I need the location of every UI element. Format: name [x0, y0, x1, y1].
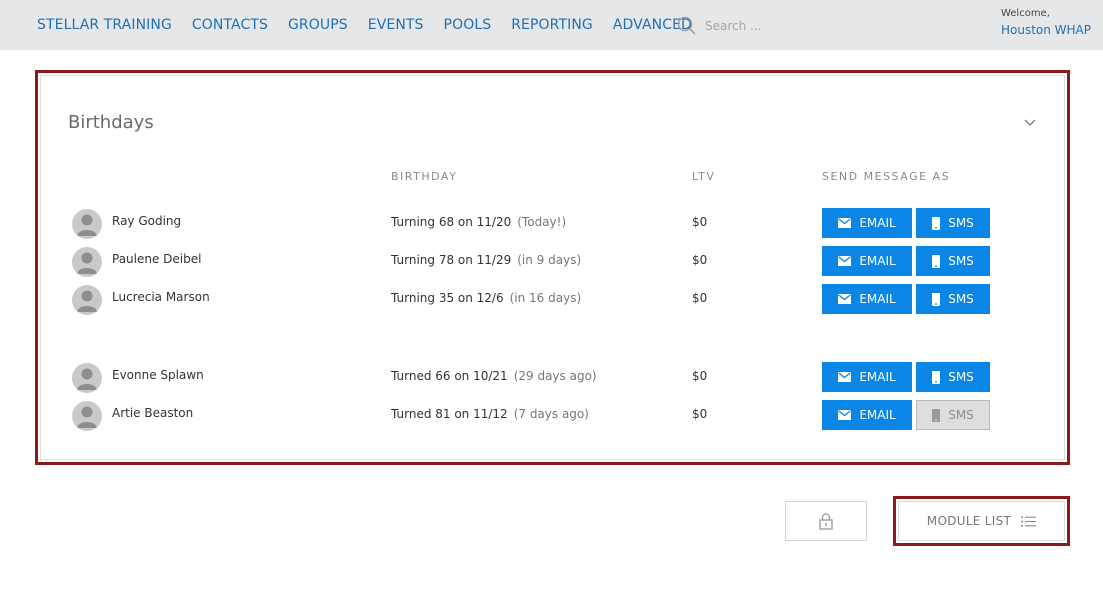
avatar-icon: [72, 363, 102, 393]
birthday-date: Turned 66 on 10/21: [391, 369, 508, 383]
sms-button-label: SMS: [948, 216, 974, 230]
header-birthday: BIRTHDAY: [391, 170, 458, 183]
ltv-value: $0: [692, 291, 708, 305]
ltv-value: $0: [692, 253, 708, 267]
ltv-value: $0: [692, 407, 708, 421]
sms-button-label: SMS: [948, 292, 974, 306]
top-navigation-bar: STELLAR TRAINING CONTACTS GROUPS EVENTS …: [0, 0, 1103, 50]
email-button[interactable]: EMAIL: [822, 400, 912, 430]
ltv-value: $0: [692, 215, 708, 229]
module-list-label: MODULE LIST: [926, 514, 1012, 528]
birthday-row: Evonne Splawn Turned 66 on 10/21 (29 days…: [41, 362, 1064, 394]
nav-groups[interactable]: GROUPS: [288, 17, 348, 33]
sms-button-label: SMS: [948, 370, 974, 384]
envelope-icon: [838, 410, 852, 420]
mobile-phone-icon: [932, 254, 941, 268]
avatar-icon: [72, 285, 102, 315]
email-button[interactable]: EMAIL: [822, 208, 912, 238]
avatar-icon: [72, 401, 102, 431]
sms-button[interactable]: SMS: [916, 362, 990, 392]
nav-contacts[interactable]: CONTACTS: [192, 17, 268, 33]
birthday-date: Turning 35 on 12/6: [391, 291, 504, 305]
birthdays-panel-highlight: Birthdays BIRTHDAY LTV SEND MESSAGE AS R…: [35, 70, 1070, 465]
birthday-row: Artie Beaston Turned 81 on 11/12 (7 days …: [41, 400, 1064, 432]
module-list-button[interactable]: MODULE LIST: [898, 501, 1065, 541]
chevron-down-icon[interactable]: [1024, 112, 1036, 131]
contact-name[interactable]: Ray Goding: [112, 214, 181, 228]
nav-events[interactable]: EVENTS: [368, 17, 424, 33]
mobile-phone-icon: [932, 216, 941, 230]
nav-stellar-training[interactable]: STELLAR TRAINING: [37, 17, 172, 33]
birthday-text: Turned 81 on 11/12 (7 days ago): [391, 407, 589, 421]
email-button-label: EMAIL: [859, 254, 896, 268]
birthday-relative: (29 days ago): [513, 369, 597, 383]
birthday-row: Paulene Deibel Turning 78 on 11/29 (in 9 …: [41, 246, 1064, 278]
contact-name[interactable]: Evonne Splawn: [112, 368, 204, 382]
lock-icon: [819, 512, 833, 530]
mobile-phone-icon: [932, 292, 941, 306]
envelope-icon: [838, 218, 852, 228]
birthday-relative: (7 days ago): [513, 407, 589, 421]
sms-button-label: SMS: [948, 254, 974, 268]
email-button[interactable]: EMAIL: [822, 246, 912, 276]
birthday-relative: (Today!): [517, 215, 567, 229]
sms-button[interactable]: SMS: [916, 284, 990, 314]
birthday-relative: (in 9 days): [517, 253, 582, 267]
avatar-icon: [72, 247, 102, 277]
ltv-value: $0: [692, 369, 708, 383]
birthday-text: Turning 68 on 11/20 (Today!): [391, 215, 566, 229]
nav-reporting[interactable]: REPORTING: [511, 17, 593, 33]
mobile-phone-icon: [932, 408, 941, 422]
search-box: [677, 16, 825, 35]
list-icon: [1021, 515, 1037, 527]
birthdays-card: Birthdays BIRTHDAY LTV SEND MESSAGE AS R…: [40, 75, 1065, 460]
avatar-icon: [72, 209, 102, 239]
birthday-date: Turning 78 on 11/29: [391, 253, 512, 267]
module-list-highlight: MODULE LIST: [893, 496, 1070, 546]
contact-name[interactable]: Lucrecia Marson: [112, 290, 210, 304]
birthday-row: Lucrecia Marson Turning 35 on 12/6 (in 16…: [41, 284, 1064, 316]
envelope-icon: [838, 256, 852, 266]
envelope-icon: [838, 294, 852, 304]
sms-button-label: SMS: [948, 408, 974, 422]
mobile-phone-icon: [932, 370, 941, 384]
sms-button[interactable]: SMS: [916, 208, 990, 238]
panel-title: Birthdays: [68, 112, 154, 133]
email-button-label: EMAIL: [859, 292, 896, 306]
birthday-date: Turned 81 on 11/12: [391, 407, 508, 421]
email-button-label: EMAIL: [859, 370, 896, 384]
welcome-block: Welcome, Houston WHAP: [1001, 8, 1091, 37]
sms-button-disabled[interactable]: SMS: [916, 400, 990, 430]
birthday-relative: (in 16 days): [509, 291, 582, 305]
user-name-link[interactable]: Houston WHAP: [1001, 23, 1091, 37]
email-button[interactable]: EMAIL: [822, 284, 912, 314]
contact-name[interactable]: Paulene Deibel: [112, 252, 201, 266]
main-nav: STELLAR TRAINING CONTACTS GROUPS EVENTS …: [37, 17, 692, 33]
lock-button[interactable]: [785, 501, 867, 541]
birthday-date: Turning 68 on 11/20: [391, 215, 512, 229]
welcome-label: Welcome,: [1000, 8, 1050, 19]
contact-name[interactable]: Artie Beaston: [112, 406, 193, 420]
email-button-label: EMAIL: [859, 408, 896, 422]
email-button-label: EMAIL: [859, 216, 896, 230]
birthday-text: Turning 78 on 11/29 (in 9 days): [391, 253, 581, 267]
nav-pools[interactable]: POOLS: [444, 17, 492, 33]
email-button[interactable]: EMAIL: [822, 362, 912, 392]
envelope-icon: [838, 372, 852, 382]
header-ltv: LTV: [692, 170, 716, 183]
header-send-message: SEND MESSAGE AS: [822, 170, 951, 183]
birthday-row: Ray Goding Turning 68 on 11/20 (Today!) $…: [41, 208, 1064, 240]
birthday-text: Turned 66 on 10/21 (29 days ago): [391, 369, 597, 383]
sms-button[interactable]: SMS: [916, 246, 990, 276]
search-icon[interactable]: [677, 16, 696, 35]
birthday-text: Turning 35 on 12/6 (in 16 days): [391, 291, 581, 305]
search-input[interactable]: [705, 18, 825, 33]
